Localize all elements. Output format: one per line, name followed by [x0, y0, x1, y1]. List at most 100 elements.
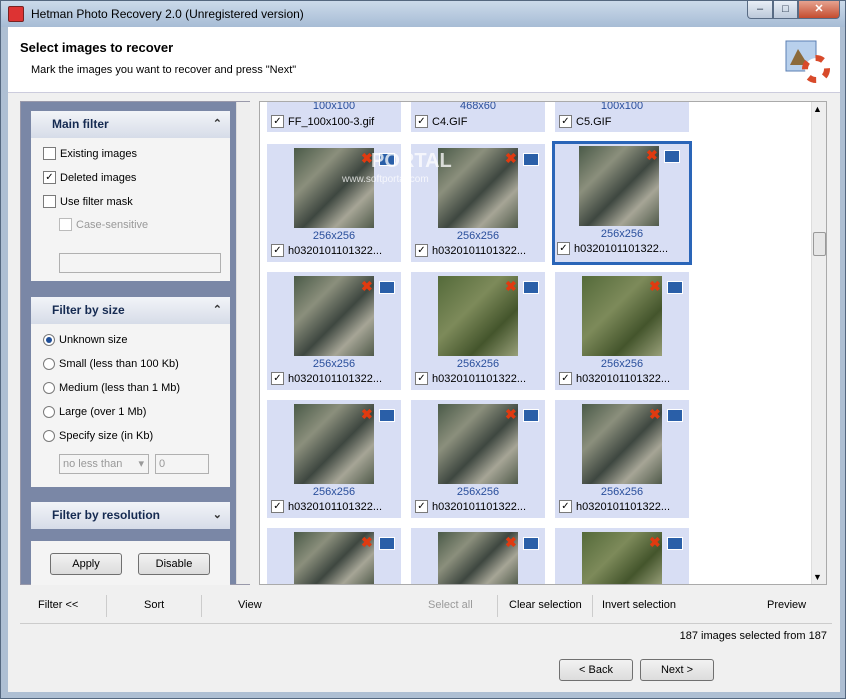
- resolution-label: 100x100: [600, 101, 644, 112]
- disable-button[interactable]: Disable: [138, 553, 210, 575]
- scroll-up-icon[interactable]: ▲: [813, 104, 822, 114]
- preview-button[interactable]: Preview: [767, 599, 806, 611]
- minimize-button[interactable]: –: [747, 1, 773, 19]
- resolution-filter-header[interactable]: Filter by resolution ⌄: [31, 502, 230, 529]
- preview-icon[interactable]: [667, 409, 683, 422]
- size-radio-small[interactable]: [43, 358, 55, 370]
- select-checkbox[interactable]: ✓: [271, 500, 284, 513]
- sort-button[interactable]: Sort: [144, 599, 164, 611]
- case-sensitive-option[interactable]: Case-sensitive: [59, 218, 148, 231]
- size-radio-large[interactable]: [43, 406, 55, 418]
- size-option-small[interactable]: Small (less than 100 Kb): [43, 358, 179, 370]
- collapse-chevron-icon[interactable]: ⌃: [213, 297, 222, 324]
- thumbnail-tile[interactable]: 100x100 ✓ FF_100x100-3.gif: [267, 102, 401, 132]
- clear-selection-button[interactable]: Clear selection: [509, 599, 582, 611]
- preview-icon[interactable]: [379, 537, 395, 550]
- grid-scrollbar-thumb[interactable]: [813, 232, 826, 256]
- thumbnail-tile[interactable]: ✖ 256x256 ✓ h0320101101322...: [411, 400, 545, 518]
- preview-icon[interactable]: [379, 409, 395, 422]
- select-checkbox[interactable]: ✓: [557, 242, 570, 255]
- thumbnail-tile[interactable]: ✖ 256x256 ✓ h0320101101322...: [555, 272, 689, 390]
- resolution-filter-group: Filter by resolution ⌄: [31, 502, 230, 529]
- close-button[interactable]: ✕: [798, 1, 840, 19]
- deleted-images-option[interactable]: ✓ Deleted images: [43, 171, 136, 184]
- thumbnail-tile[interactable]: ✖: [411, 528, 545, 584]
- invert-selection-button[interactable]: Invert selection: [602, 599, 676, 611]
- filter-toggle-button[interactable]: Filter <<: [38, 599, 78, 611]
- select-checkbox[interactable]: ✓: [271, 115, 284, 128]
- preview-icon[interactable]: [664, 150, 680, 163]
- preview-icon[interactable]: [667, 281, 683, 294]
- main-filter-header[interactable]: Main filter ⌃: [31, 111, 230, 138]
- back-button[interactable]: < Back: [559, 659, 633, 681]
- scroll-down-icon[interactable]: ▼: [813, 572, 822, 582]
- filter-panel-scrollbar[interactable]: [236, 102, 250, 584]
- size-value-input[interactable]: 0: [155, 454, 209, 474]
- size-radio-medium[interactable]: [43, 382, 55, 394]
- thumbnail-tile[interactable]: ✖ 256x256 ✓ h0320101101322...: [555, 400, 689, 518]
- deleted-marker-icon: ✖: [505, 534, 517, 550]
- select-checkbox[interactable]: ✓: [415, 115, 428, 128]
- file-name: ✓ FF_100x100-3.gif: [271, 115, 374, 128]
- size-option-specify[interactable]: Specify size (in Kb): [43, 430, 153, 442]
- size-filter-header[interactable]: Filter by size ⌃: [31, 297, 230, 324]
- selection-status: 187 images selected from 187: [679, 630, 827, 642]
- file-name: ✓ h0320101101322...: [271, 372, 382, 385]
- filter-mask-input[interactable]: [59, 253, 221, 273]
- preview-icon[interactable]: [667, 537, 683, 550]
- view-button[interactable]: View: [238, 599, 262, 611]
- size-range-select[interactable]: no less than ▾: [59, 454, 149, 474]
- deleted-images-checkbox[interactable]: ✓: [43, 171, 56, 184]
- select-checkbox[interactable]: ✓: [415, 244, 428, 257]
- maximize-button[interactable]: □: [773, 1, 798, 19]
- thumbnail-grid: 100x100 ✓ FF_100x100-3.gif 468x60 ✓ C4.GIF…: [259, 101, 827, 585]
- file-name-label: C5.GIF: [576, 115, 612, 128]
- apply-button[interactable]: Apply: [50, 553, 122, 575]
- existing-images-checkbox[interactable]: [43, 147, 56, 160]
- select-checkbox[interactable]: ✓: [559, 372, 572, 385]
- filter-buttons-group: Apply Disable: [31, 541, 230, 585]
- preview-icon[interactable]: [523, 537, 539, 550]
- size-option-label: Specify size (in Kb): [59, 430, 154, 442]
- thumbnail-tile[interactable]: ✖ 256x256 ✓ h0320101101322...: [267, 272, 401, 390]
- thumbnail-tile[interactable]: ✖: [267, 528, 401, 584]
- select-checkbox[interactable]: ✓: [559, 115, 572, 128]
- collapse-chevron-icon[interactable]: ⌃: [213, 111, 222, 138]
- thumbnail-tile[interactable]: ✖: [555, 528, 689, 584]
- select-checkbox[interactable]: ✓: [271, 372, 284, 385]
- file-name: ✓ h0320101101322...: [271, 500, 382, 513]
- select-all-button[interactable]: Select all: [428, 599, 473, 611]
- thumbnail-tile[interactable]: 100x100 ✓ C5.GIF: [555, 102, 689, 132]
- case-sensitive-checkbox[interactable]: [59, 218, 72, 231]
- size-option-unknown[interactable]: Unknown size: [43, 334, 127, 346]
- select-checkbox[interactable]: ✓: [559, 500, 572, 513]
- next-button[interactable]: Next >: [640, 659, 714, 681]
- size-option-large[interactable]: Large (over 1 Mb): [43, 406, 146, 418]
- file-name: ✓ C4.GIF: [415, 115, 467, 128]
- file-name-label: h0320101101322...: [576, 372, 670, 385]
- size-radio-specify[interactable]: [43, 430, 55, 442]
- select-checkbox[interactable]: ✓: [415, 372, 428, 385]
- thumbnail-tile[interactable]: 468x60 ✓ C4.GIF: [411, 102, 545, 132]
- existing-images-label: Existing images: [60, 147, 138, 160]
- deleted-marker-icon: ✖: [361, 534, 373, 550]
- thumbnail-tile[interactable]: ✖ 256x256 ✓ h0320101101322...: [411, 272, 545, 390]
- app-icon: [8, 6, 24, 22]
- resolution-label: 256x256: [312, 486, 356, 498]
- existing-images-option[interactable]: Existing images: [43, 147, 137, 160]
- filter-mask-option[interactable]: Use filter mask: [43, 195, 133, 208]
- size-option-medium[interactable]: Medium (less than 1 Mb): [43, 382, 180, 394]
- preview-icon[interactable]: [523, 153, 539, 166]
- preview-icon[interactable]: [523, 281, 539, 294]
- preview-icon[interactable]: [523, 409, 539, 422]
- thumbnail-tile[interactable]: ✖ 256x256 ✓ h0320101101322...: [267, 400, 401, 518]
- expand-chevron-icon[interactable]: ⌄: [213, 502, 222, 529]
- size-option-label: Large (over 1 Mb): [59, 406, 147, 418]
- preview-icon[interactable]: [379, 281, 395, 294]
- select-checkbox[interactable]: ✓: [271, 244, 284, 257]
- select-checkbox[interactable]: ✓: [415, 500, 428, 513]
- size-radio-unknown[interactable]: [43, 334, 55, 346]
- filter-mask-checkbox[interactable]: [43, 195, 56, 208]
- thumbnail-tile-selected[interactable]: ✖ 256x256 ✓ h0320101101322...: [552, 141, 692, 265]
- grid-scrollbar[interactable]: ▲ ▼: [811, 102, 826, 584]
